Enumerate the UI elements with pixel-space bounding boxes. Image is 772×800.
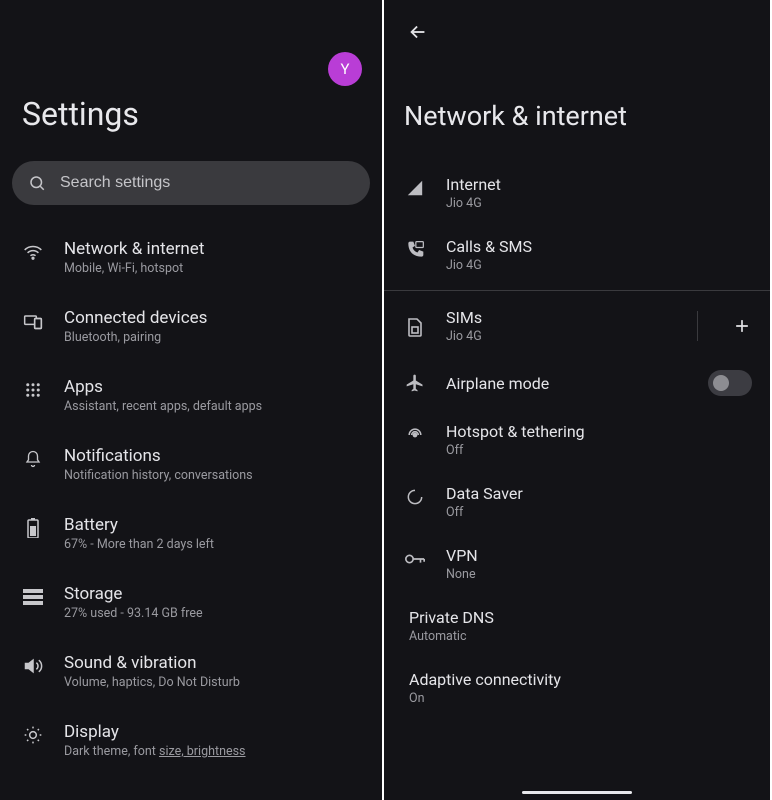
- airplane-icon: [404, 372, 426, 394]
- data-saver-icon: [404, 486, 426, 508]
- settings-item-battery[interactable]: Battery 67% - More than 2 days left: [0, 499, 382, 568]
- item-subtitle: Jio 4G: [446, 196, 752, 211]
- settings-item-connected-devices[interactable]: Connected devices Bluetooth, pairing: [0, 292, 382, 361]
- item-title: Network & internet: [64, 239, 204, 259]
- gesture-nav-bar[interactable]: [522, 791, 632, 794]
- settings-item-apps[interactable]: Apps Assistant, recent apps, default app…: [0, 361, 382, 430]
- airplane-toggle[interactable]: [708, 370, 752, 396]
- settings-item-display[interactable]: Display Dark theme, font size, brightnes…: [0, 706, 382, 775]
- bell-icon: [22, 448, 44, 470]
- item-subtitle: Off: [446, 505, 752, 520]
- back-button[interactable]: [404, 18, 432, 46]
- brightness-icon: [22, 724, 44, 746]
- network-item-hotspot[interactable]: Hotspot & tethering Off: [384, 409, 770, 471]
- network-item-adaptive-connectivity[interactable]: Adaptive connectivity On: [384, 657, 770, 719]
- network-item-internet[interactable]: Internet Jio 4G: [384, 162, 770, 224]
- signal-icon: [404, 177, 426, 199]
- item-subtitle: Off: [446, 443, 752, 458]
- phone-sms-icon: [404, 239, 426, 261]
- item-title: Hotspot & tethering: [446, 422, 752, 441]
- vpn-key-icon: [404, 548, 426, 570]
- item-title: Notifications: [64, 446, 253, 466]
- item-title: Internet: [446, 175, 752, 194]
- item-title: Calls & SMS: [446, 237, 752, 256]
- plus-icon: [732, 316, 752, 336]
- item-title: Storage: [64, 584, 203, 604]
- network-panel: Network & internet Internet Jio 4G Calls…: [384, 0, 770, 800]
- item-title: Private DNS: [409, 608, 752, 627]
- vertical-divider: [697, 311, 698, 341]
- storage-icon: [22, 586, 44, 608]
- settings-root-panel: Y Settings Network & internet Mobile, Wi…: [0, 0, 384, 800]
- search-input[interactable]: [60, 174, 354, 192]
- item-title: Apps: [64, 377, 262, 397]
- settings-item-notifications[interactable]: Notifications Notification history, conv…: [0, 430, 382, 499]
- item-subtitle: Jio 4G: [446, 258, 752, 273]
- item-title: SIMs: [446, 308, 669, 327]
- item-subtitle: Mobile, Wi-Fi, hotspot: [64, 261, 204, 276]
- arrow-left-icon: [407, 21, 429, 43]
- item-title: Data Saver: [446, 484, 752, 503]
- network-item-sims[interactable]: SIMs Jio 4G: [384, 295, 770, 357]
- item-subtitle: Notification history, conversations: [64, 468, 253, 483]
- network-item-calls-sms[interactable]: Calls & SMS Jio 4G: [384, 224, 770, 286]
- devices-icon: [22, 310, 44, 332]
- add-sim-button[interactable]: [726, 310, 758, 342]
- item-subtitle: Dark theme, font size, brightness: [64, 744, 246, 759]
- item-subtitle: 67% - More than 2 days left: [64, 537, 214, 552]
- item-title: Battery: [64, 515, 214, 535]
- item-subtitle: Automatic: [409, 629, 752, 644]
- sim-icon: [404, 316, 426, 338]
- settings-item-network[interactable]: Network & internet Mobile, Wi-Fi, hotspo…: [0, 223, 382, 292]
- settings-item-storage[interactable]: Storage 27% used - 93.14 GB free: [0, 568, 382, 637]
- search-bar[interactable]: [12, 161, 370, 205]
- profile-avatar[interactable]: Y: [328, 52, 362, 86]
- item-title: Connected devices: [64, 308, 207, 328]
- item-subtitle: None: [446, 567, 752, 582]
- item-subtitle: On: [409, 691, 752, 706]
- item-subtitle: Assistant, recent apps, default apps: [64, 399, 262, 414]
- network-item-private-dns[interactable]: Private DNS Automatic: [384, 595, 770, 657]
- item-title: Sound & vibration: [64, 653, 240, 673]
- item-title: Airplane mode: [446, 374, 688, 393]
- network-list: Internet Jio 4G Calls & SMS Jio 4G SIMs …: [384, 132, 770, 719]
- settings-item-sound[interactable]: Sound & vibration Volume, haptics, Do No…: [0, 637, 382, 706]
- settings-list: Network & internet Mobile, Wi-Fi, hotspo…: [0, 205, 382, 775]
- item-subtitle: 27% used - 93.14 GB free: [64, 606, 203, 621]
- network-item-airplane[interactable]: Airplane mode: [384, 357, 770, 409]
- search-icon: [28, 174, 46, 192]
- wifi-icon: [22, 241, 44, 263]
- network-item-vpn[interactable]: VPN None: [384, 533, 770, 595]
- page-title: Network & internet: [384, 0, 770, 132]
- page-title: Settings: [0, 0, 382, 133]
- network-item-data-saver[interactable]: Data Saver Off: [384, 471, 770, 533]
- item-title: Adaptive connectivity: [409, 670, 752, 689]
- avatar-initial: Y: [340, 60, 349, 78]
- apps-icon: [22, 379, 44, 401]
- sound-icon: [22, 655, 44, 677]
- item-subtitle: Volume, haptics, Do Not Disturb: [64, 675, 240, 690]
- item-title: VPN: [446, 546, 752, 565]
- item-title: Display: [64, 722, 246, 742]
- item-subtitle: Bluetooth, pairing: [64, 330, 207, 345]
- battery-icon: [22, 517, 44, 539]
- hotspot-icon: [404, 424, 426, 446]
- divider: [384, 290, 770, 291]
- item-subtitle: Jio 4G: [446, 329, 669, 344]
